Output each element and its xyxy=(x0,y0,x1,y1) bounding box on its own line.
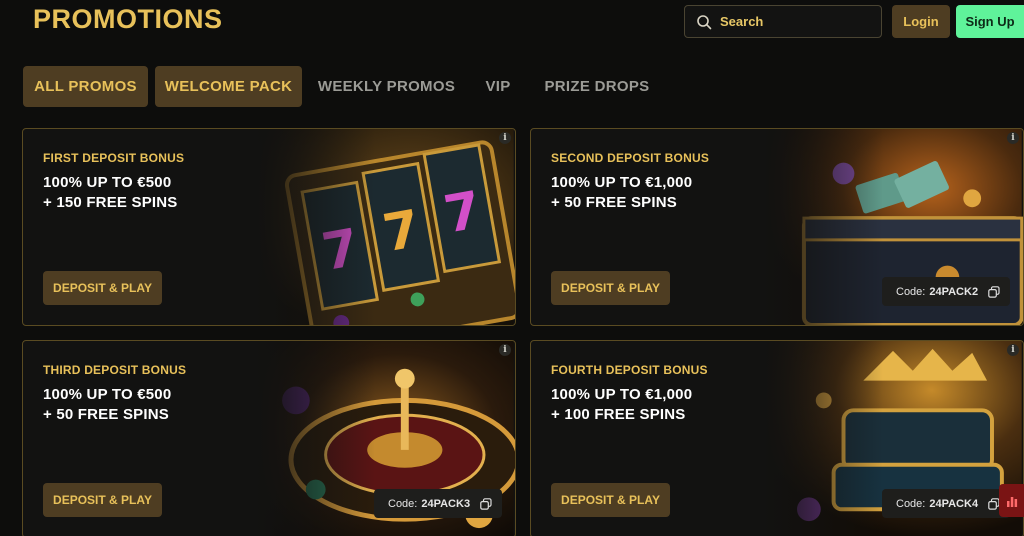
tab-prize-drops[interactable]: PRIZE DROPS xyxy=(538,66,656,107)
copy-icon[interactable] xyxy=(480,497,492,510)
promo-code: 24PACK3 xyxy=(421,497,471,510)
promo-code-chip[interactable]: Code: 24PACK3 xyxy=(374,489,503,518)
promo-code-chip[interactable]: Code: 24PACK2 xyxy=(882,277,1011,306)
info-icon[interactable]: i xyxy=(1007,344,1019,356)
code-prefix: Code: xyxy=(896,285,926,298)
promo-card-second-deposit: i SECOND DEPOSIT BONUS 100% UP TO €1,000… xyxy=(530,128,1024,326)
card-offer-line-1: 100% UP TO €1,000 xyxy=(551,386,693,403)
card-offer-line-2: + 150 FREE SPINS xyxy=(43,194,178,211)
info-icon[interactable]: i xyxy=(499,344,511,356)
page-title: PROMOTIONS xyxy=(33,4,223,34)
card-offer-line-1: 100% UP TO €500 xyxy=(43,174,172,191)
deposit-play-button[interactable]: DEPOSIT & PLAY xyxy=(43,271,162,305)
search-input[interactable] xyxy=(720,14,870,29)
login-button[interactable]: Login xyxy=(892,5,950,38)
info-icon[interactable]: i xyxy=(499,132,511,144)
card-label: THIRD DEPOSIT BONUS xyxy=(43,363,187,377)
tab-vip[interactable]: VIP xyxy=(477,66,519,107)
promo-card-fourth-deposit: i FOURTH DEPOSIT BONUS 100% UP TO €1,000… xyxy=(530,340,1024,536)
card-offer-line-2: + 50 FREE SPINS xyxy=(43,406,169,423)
tab-weekly-promos[interactable]: WEEKLY PROMOS xyxy=(314,66,459,107)
code-prefix: Code: xyxy=(388,497,418,510)
card-offer-line-1: 100% UP TO €1,000 xyxy=(551,174,693,191)
signup-button[interactable]: Sign Up xyxy=(956,5,1024,38)
tab-all-promos[interactable]: ALL PROMOS xyxy=(23,66,148,107)
card-label: FIRST DEPOSIT BONUS xyxy=(43,151,185,165)
bar-chart-icon xyxy=(1006,496,1017,507)
promo-code: 24PACK4 xyxy=(929,497,979,510)
deposit-play-button[interactable]: DEPOSIT & PLAY xyxy=(551,483,670,517)
card-offer-line-1: 100% UP TO €500 xyxy=(43,386,172,403)
code-prefix: Code: xyxy=(896,497,926,510)
copy-icon[interactable] xyxy=(988,285,1000,298)
search-box[interactable] xyxy=(684,5,882,38)
info-icon[interactable]: i xyxy=(1007,132,1019,144)
card-label: FOURTH DEPOSIT BONUS xyxy=(551,363,708,377)
stats-chart-button[interactable] xyxy=(999,484,1024,517)
search-icon xyxy=(697,14,712,29)
tab-welcome-pack[interactable]: WELCOME PACK xyxy=(155,66,302,107)
promo-card-first-deposit: 7 7 7 i FIRST DEPOSIT BONUS 100% UP TO €… xyxy=(22,128,516,326)
deposit-play-button[interactable]: DEPOSIT & PLAY xyxy=(43,483,162,517)
card-offer-line-2: + 50 FREE SPINS xyxy=(551,194,677,211)
promo-code-chip[interactable]: Code: 24PACK4 xyxy=(882,489,1011,518)
promo-code: 24PACK2 xyxy=(929,285,979,298)
promo-card-third-deposit: i THIRD DEPOSIT BONUS 100% UP TO €500 + … xyxy=(22,340,516,536)
card-offer-line-2: + 100 FREE SPINS xyxy=(551,406,686,423)
card-label: SECOND DEPOSIT BONUS xyxy=(551,151,710,165)
deposit-play-button[interactable]: DEPOSIT & PLAY xyxy=(551,271,670,305)
